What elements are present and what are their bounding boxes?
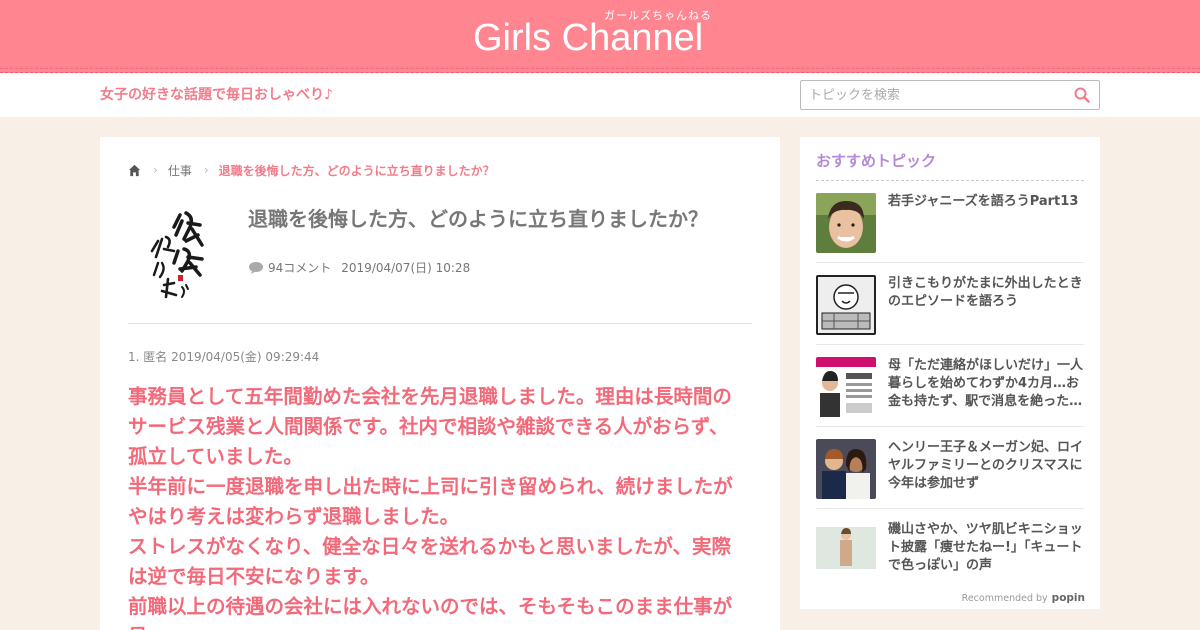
comment-body: 事務員として五年間勤めた会社を先月退職しました。理由は長時間の サービス残業と人… [128,382,758,630]
search-box[interactable] [800,80,1100,110]
recommended-item-label[interactable]: 磯山さやか、ツヤ肌ビキニショット披露「痩せたねー!」「キュートで色っぽい」の声 [888,521,1084,575]
chevron-right-icon: › [153,163,158,177]
recommended-sidebar: おすすめトピック 若手ジャニーズを語ろうPart13 引きこもりがたまに外出した… [800,137,1100,609]
recommended-thumbnail[interactable] [816,275,876,335]
comment-line: ストレスがなくなり、健全な日々を送れるかもと思いましたが、実際 [128,535,731,558]
sub-header-bar: 女子の好きな話題で毎日おしゃべり♪ [0,73,1200,117]
topic-date: 2019/04/07(日) 10:28 [341,261,471,275]
recommended-thumbnail[interactable] [816,521,876,581]
recommended-list: 若手ジャニーズを語ろうPart13 引きこもりがたまに外出したときのエピソードを… [816,181,1084,591]
recommended-item[interactable]: 若手ジャニーズを語ろうPart13 [816,181,1084,263]
recommended-item-label[interactable]: 若手ジャニーズを語ろうPart13 [888,193,1084,211]
comment-line: 事務員として五年間勤めた会社を先月退職しました。理由は長時間の [128,385,732,408]
recommended-item[interactable]: 母「ただ連絡がほしいだけ」一人暮らしを始めてわずか4カ月…お金も持たず、駅で消息… [816,345,1084,427]
recommended-by-label: Recommended by [961,592,1048,604]
comment-line: 孤立していました。 [128,445,303,468]
divider [128,323,752,324]
header-dashed-border [0,68,1200,69]
breadcrumb: › 仕事 › 退職を後悔した方、どのように立ち直りましたか？ [128,161,495,179]
recommended-thumbnail[interactable] [816,439,876,499]
sidebar-title: おすすめトピック [816,152,937,170]
recommended-item-label[interactable]: 母「ただ連絡がほしいだけ」一人暮らしを始めてわずか4カ月…お金も持たず、駅で消息… [888,357,1084,411]
topic-thumbnail [128,205,218,305]
recommended-thumbnail[interactable] [816,357,876,417]
site-logo[interactable]: Girls Channel [473,18,703,58]
recommended-item-label[interactable]: 引きこもりがたまに外出したときのエピソードを語ろう [888,275,1084,311]
comment-line: 半年前に一度退職を申し出た時に上司に引き留められ、続けましたが [128,475,733,498]
topic-article: › 仕事 › 退職を後悔した方、どのように立ち直りましたか？ 退職を後悔した方、… [100,137,780,630]
comment-line: は逆で毎日不安になります。 [128,565,380,588]
home-icon[interactable] [128,164,141,177]
chevron-right-icon: › [203,163,209,177]
recommended-item[interactable]: 磯山さやか、ツヤ肌ビキニショット披露「痩せたねー!」「キュートで色っぽい」の声 [816,509,1084,591]
site-tagline: 女子の好きな話題で毎日おしゃべり♪ [100,87,333,103]
recommended-item[interactable]: 引きこもりがたまに外出したときのエピソードを語ろう [816,263,1084,345]
site-logo-subtitle[interactable]: ガールズちゃんねる [604,9,712,23]
topic-meta: 94コメント 2019/04/07(日) 10:28 [248,259,470,276]
recommended-item[interactable]: ヘンリー王子＆メーガン妃、ロイヤルファミリーとのクリスマスに今年は参加せず [816,427,1084,509]
site-header: Girls Channel ガールズちゃんねる [0,0,1200,73]
comment-line: サービス残業と人間関係です。社内で相談や雑談できる人がおらず、 [128,415,729,438]
recommended-credit[interactable]: Recommended by popin [962,592,1085,604]
recommended-item-label[interactable]: ヘンリー王子＆メーガン妃、ロイヤルファミリーとのクリスマスに今年は参加せず [888,439,1084,493]
breadcrumb-current: 退職を後悔した方、どのように立ち直りましたか？ [218,163,495,178]
comment-line: やはり考えは変わらず退職しました。 [128,505,460,528]
search-input[interactable] [809,86,1059,104]
comment-line: 前職以上の待遇の会社には入れないのでは、そもそもこのまま仕事が [128,595,733,618]
breadcrumb-category[interactable]: 仕事 [168,162,192,179]
search-icon[interactable] [1074,87,1090,103]
topic-title: 退職を後悔した方、どのように立ち直りましたか？ [248,207,708,231]
comment-count[interactable]: 94コメント [268,259,331,276]
comment-bubble-icon [249,262,263,274]
recommended-thumbnail[interactable] [816,193,876,253]
comment-meta: 1. 匿名 2019/04/05(金) 09:29:44 [128,350,320,364]
comment-line: 見 [128,622,758,630]
popin-logo-icon: popin [1051,592,1085,604]
